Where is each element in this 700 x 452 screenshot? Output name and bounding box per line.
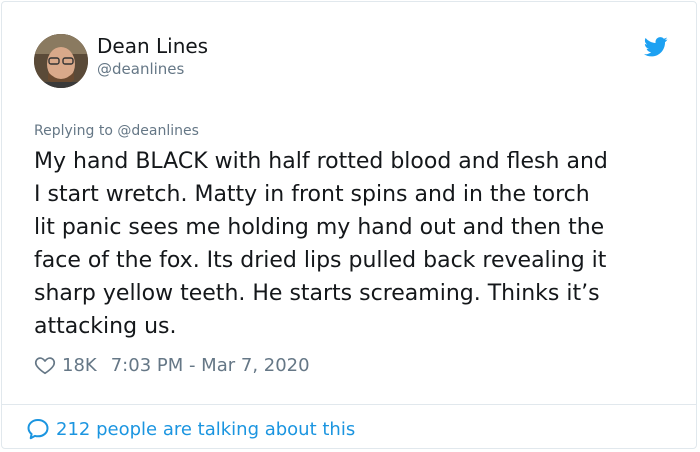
tweet-card: Dean Lines @deanlines Replying to @deanl… — [1, 1, 697, 449]
conversation-link[interactable]: 212 people are talking about this — [26, 416, 355, 442]
like-count[interactable]: 18K — [62, 355, 97, 376]
divider — [2, 404, 696, 405]
avatar[interactable] — [34, 34, 88, 88]
tweet-meta: 18K 7:03 PM - Mar 7, 2020 — [34, 352, 310, 378]
replying-to: Replying to @deanlines — [34, 122, 199, 140]
user-handle[interactable]: @deanlines — [97, 60, 184, 78]
comment-bubble-icon — [26, 417, 50, 441]
reply-prefix: Replying to — [34, 123, 113, 139]
heart-icon[interactable] — [34, 354, 56, 376]
talking-count-text[interactable]: 212 people are talking about this — [56, 419, 355, 440]
reply-mention-link[interactable]: @deanlines — [117, 123, 199, 139]
tweet-text: My hand BLACK with half rotted blood and… — [34, 149, 608, 339]
tweet-timestamp[interactable]: 7:03 PM - Mar 7, 2020 — [111, 355, 310, 376]
user-name[interactable]: Dean Lines — [97, 34, 208, 58]
twitter-bird-icon[interactable] — [643, 37, 668, 57]
